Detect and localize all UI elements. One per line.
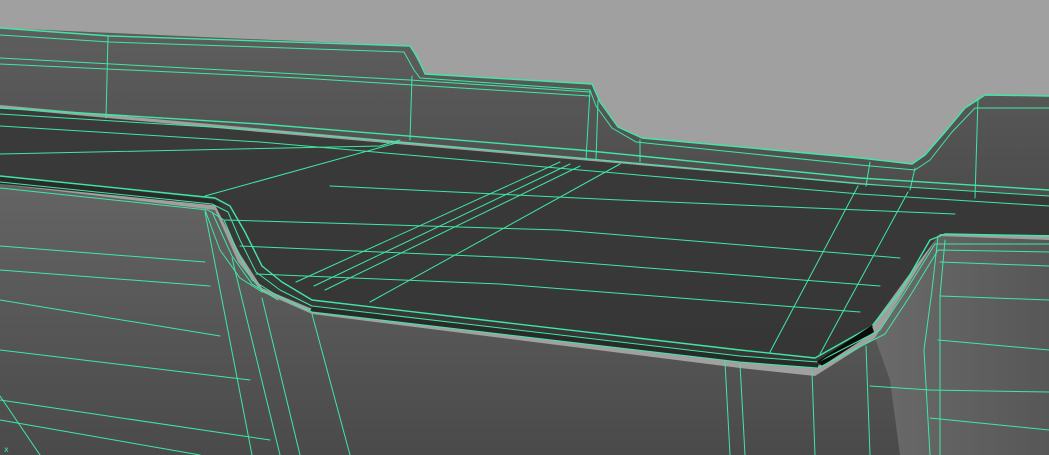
axis-indicator-label: x	[4, 445, 9, 454]
polygon-mesh-wireframe[interactable]	[0, 0, 1049, 455]
maya-viewport[interactable]: x	[0, 0, 1049, 455]
